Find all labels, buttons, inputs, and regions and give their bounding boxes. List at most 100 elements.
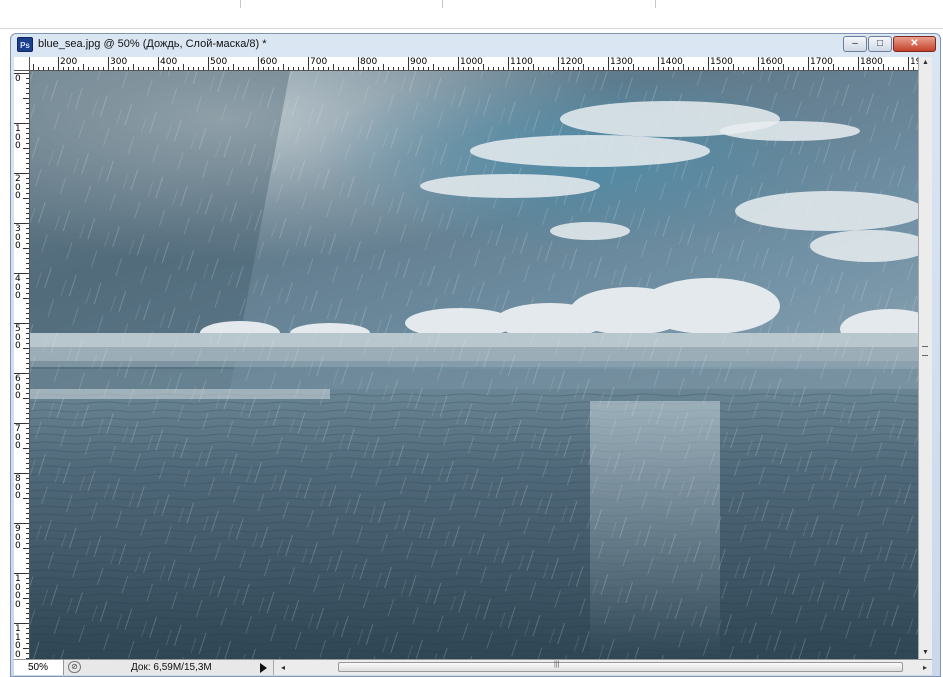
ruler-tick [453,67,454,70]
ruler-origin[interactable] [14,57,30,71]
ruler-label: 400 [160,57,178,67]
ruler-tick [26,518,29,519]
ruler-tick [26,338,29,339]
ruler-tick [26,378,29,379]
ruler-tick [528,67,529,70]
ruler-label: 200 [15,174,21,201]
horizontal-ruler[interactable]: 200 300 400 500 600 700 800 900 1000 1100 1200 1300… [30,57,918,71]
ruler-label: 1800 [860,57,883,67]
ruler-tick [618,67,619,70]
ruler-tick [26,333,29,334]
vertical-scrollbar[interactable]: ▲ ▼ [918,57,932,659]
restore-icon[interactable]: □ [868,36,892,52]
ruler-tick [693,67,694,70]
ruler-tick [868,67,869,70]
ruler-tick [26,158,29,159]
vertical-ruler[interactable]: 0 100 200 300 400 500 600 700 800 900 1000 1100 [14,71,30,659]
ruler-tick [23,398,29,399]
ruler-tick [26,503,29,504]
ruler-tick [333,64,334,70]
scroll-thumb-grip[interactable] [922,346,928,356]
status-menu-arrow-icon[interactable] [260,663,267,673]
ruler-tick [633,64,634,70]
ruler-tick [858,57,859,70]
ruler-tick [26,643,29,644]
ruler-tick [573,67,574,70]
ruler-tick [523,67,524,70]
ruler-tick [778,67,779,70]
ruler-tick [488,67,489,70]
ruler-tick [118,67,119,70]
horizontal-scroll-thumb[interactable] [338,662,903,672]
ruler-tick [26,213,29,214]
ruler-tick [26,638,29,639]
scroll-right-icon[interactable]: ▸ [920,660,930,675]
ruler-tick [26,128,29,129]
ruler-tick [26,583,29,584]
toolbar-separator [655,0,656,8]
ruler-tick [26,238,29,239]
ruler-tick [128,67,129,70]
ruler-tick [26,533,29,534]
ruler-tick [268,67,269,70]
ruler-tick [23,498,29,499]
ruler-tick [843,67,844,70]
ruler-tick [26,593,29,594]
ruler-tick [678,67,679,70]
ruler-tick [23,548,29,549]
ruler-tick [26,588,29,589]
ruler-tick [813,67,814,70]
image-canvas[interactable] [30,71,918,659]
ruler-tick [438,67,439,70]
ruler-tick [26,383,29,384]
close-icon[interactable]: ✕ [893,36,936,52]
ruler-tick [138,67,139,70]
ruler-tick [688,67,689,70]
ruler-tick [463,67,464,70]
status-bar: 50% ⊘ Док: 6,59M/15,3M ◂ ||| ▸ [14,659,932,675]
ruler-tick [583,64,584,70]
ruler-tick [26,453,29,454]
ruler-tick [893,67,894,70]
ruler-tick [68,67,69,70]
ruler-tick [26,608,29,609]
horizontal-scrollbar[interactable]: ◂ ||| ▸ [273,660,932,675]
minimize-icon[interactable]: – [843,36,867,52]
scroll-up-icon[interactable]: ▲ [919,57,932,69]
ruler-tick [26,93,29,94]
ruler-tick [343,67,344,70]
ruler-tick [26,113,29,114]
ruler-tick [26,313,29,314]
zoom-level-field[interactable]: 50% [14,660,64,675]
ruler-label: 1000 [15,574,21,610]
ruler-tick [708,57,709,70]
ruler-tick [548,67,549,70]
ruler-tick [483,64,484,70]
ruler-tick [26,278,29,279]
scroll-down-icon[interactable]: ▼ [919,647,932,659]
ruler-tick [388,67,389,70]
ruler-tick [26,103,29,104]
ruler-tick [143,67,144,70]
ruler-tick [78,67,79,70]
scroll-left-icon[interactable]: ◂ [278,660,288,675]
ruler-label: 300 [110,57,128,67]
ruler-tick [908,57,909,70]
ruler-tick [638,67,639,70]
ruler-tick [38,67,39,70]
ruler-tick [598,67,599,70]
ruler-tick [26,613,29,614]
ruler-tick [26,538,29,539]
ruler-tick [568,67,569,70]
ruler-label: 700 [15,424,21,451]
ruler-tick [508,57,509,70]
ruler-tick [26,308,29,309]
document-titlebar[interactable]: Ps blue_sea.jpg @ 50% (Дождь, Слой-маска… [11,34,940,56]
ruler-tick [773,67,774,70]
ruler-tick [26,138,29,139]
ruler-tick [278,67,279,70]
ruler-label: 900 [15,524,21,551]
zoom-navigator-icon[interactable]: ⊘ [68,661,81,673]
ruler-tick [26,78,29,79]
ruler-tick [26,543,29,544]
